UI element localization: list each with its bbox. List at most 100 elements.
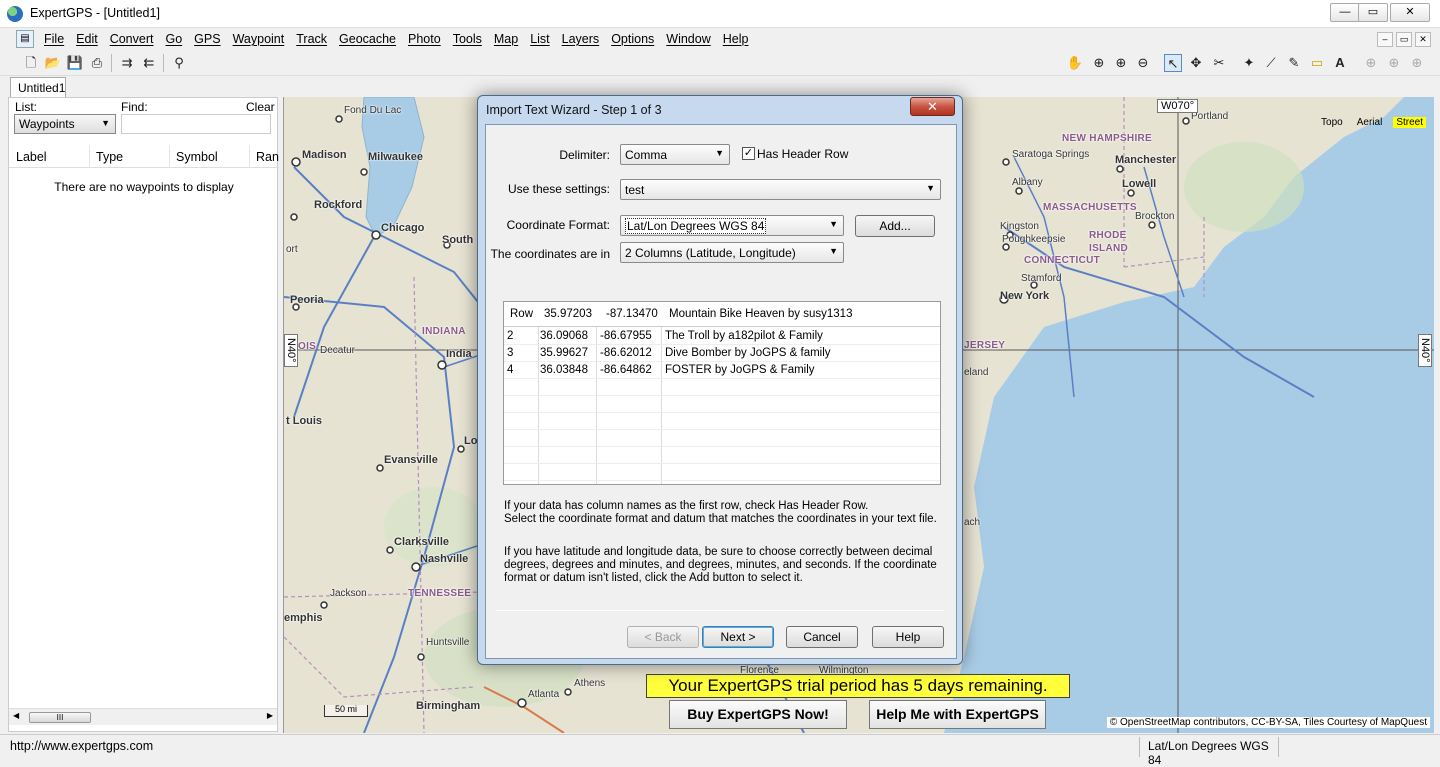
toolbar-separator <box>163 54 164 72</box>
map-label-india: India <box>446 348 472 360</box>
settings-select[interactable]: test ▼ <box>620 179 941 200</box>
map-attribution[interactable]: © OpenStreetMap contributors, CC-BY-SA, … <box>1106 717 1430 728</box>
add-format-button[interactable]: Add... <box>855 215 935 237</box>
menu-tools[interactable]: Tools <box>447 32 488 46</box>
menu-convert[interactable]: Convert <box>104 32 160 46</box>
coord-format-label: Coordinate Format: <box>506 218 610 232</box>
tab-untitled1[interactable]: Untitled1 <box>10 77 66 97</box>
new-file-icon[interactable]: 🗋 <box>22 54 40 72</box>
horizontal-scrollbar[interactable]: ◀ III ▶ <box>9 708 277 725</box>
receive-from-gps-icon[interactable]: ⇇ <box>140 54 158 72</box>
list-type-select[interactable]: Waypoints ▼ <box>14 114 116 134</box>
open-folder-icon[interactable]: 📂 <box>44 54 62 72</box>
column-range[interactable]: Ran <box>256 150 279 164</box>
rectangle-tool-icon[interactable]: ▭ <box>1308 54 1326 72</box>
column-type[interactable]: Type <box>96 150 123 164</box>
zoom-out-icon[interactable]: ⊖ <box>1134 54 1152 72</box>
menu-edit[interactable]: Edit <box>70 32 104 46</box>
grid-cell: FOSTER by JoGPS & Family <box>665 364 815 376</box>
scissors-icon[interactable]: ✂ <box>1210 54 1228 72</box>
grid-row[interactable]: 2 36.09068 -86.67955 The Troll by a182pi… <box>504 328 940 345</box>
mdi-minimize-button[interactable]: – <box>1377 32 1393 47</box>
hand-pan-icon[interactable]: ✋ <box>1066 54 1084 72</box>
menu-geocache[interactable]: Geocache <box>333 32 402 46</box>
map-type-topo[interactable]: Topo <box>1318 117 1346 128</box>
menu-options[interactable]: Options <box>605 32 660 46</box>
print-icon[interactable]: ⎙ <box>88 54 106 72</box>
menu-photo[interactable]: Photo <box>402 32 447 46</box>
restore-button[interactable]: ▭ <box>1358 3 1388 22</box>
map-type-street[interactable]: Street <box>1393 117 1426 128</box>
next-button[interactable]: Next > <box>702 626 774 648</box>
coords-in-value: 2 Columns (Latitude, Longitude) <box>625 246 796 260</box>
grid-row <box>504 413 940 430</box>
menu-go[interactable]: Go <box>159 32 188 46</box>
delimiter-value: Comma <box>625 148 668 162</box>
menu-list[interactable]: List <box>524 32 555 46</box>
chevron-down-icon: ▼ <box>926 183 935 193</box>
buy-now-button[interactable]: Buy ExpertGPS Now! <box>669 700 847 729</box>
clear-link[interactable]: Clear <box>246 100 275 114</box>
preview-grid[interactable]: Row 35.97203 -87.13470 Mountain Bike Hea… <box>503 301 941 485</box>
map-type-aerial[interactable]: Aerial <box>1354 117 1386 128</box>
menu-file[interactable]: File <box>38 32 70 46</box>
pencil-icon[interactable]: ✎ <box>1285 54 1303 72</box>
map-label-albany: Albany <box>1012 177 1043 188</box>
chevron-down-icon: ▼ <box>715 148 724 158</box>
scrollbar-thumb[interactable]: III <box>29 712 91 723</box>
save-icon[interactable]: 💾 <box>66 54 84 72</box>
map-label-st-louis: t Louis <box>286 415 323 427</box>
grid-cell: 4 <box>507 364 514 376</box>
menu-layers[interactable]: Layers <box>556 32 606 46</box>
text-tool-icon[interactable]: A <box>1331 54 1349 72</box>
coords-in-select[interactable]: 2 Columns (Latitude, Longitude) ▼ <box>620 242 844 263</box>
help-me-button[interactable]: Help Me with ExpertGPS <box>869 700 1046 729</box>
list-column-header: Label Type Symbol Ran <box>9 146 279 168</box>
column-symbol[interactable]: Symbol <box>176 150 218 164</box>
grid-cell: 3 <box>507 347 514 359</box>
menu-bar: ▤ File Edit Convert Go GPS Waypoint Track Geoca… <box>0 29 1440 51</box>
grid-cell: -86.62012 <box>600 347 652 359</box>
coord-format-select[interactable]: Lat/Lon Degrees WGS 84 ▼ <box>620 215 844 236</box>
column-label[interactable]: Label <box>16 150 47 164</box>
mdi-restore-button[interactable]: ▭ <box>1396 32 1412 47</box>
mdi-close-button[interactable]: ✕ <box>1415 32 1431 47</box>
select-arrow-icon[interactable]: ↖ <box>1164 54 1182 72</box>
waypoint-tool-icon[interactable]: ✦ <box>1240 54 1258 72</box>
grid-header-cell: -87.13470 <box>606 308 658 320</box>
scroll-left-icon[interactable]: ◀ <box>13 711 19 720</box>
menu-window[interactable]: Window <box>660 32 716 46</box>
grid-row[interactable]: 4 36.03848 -86.64862 FOSTER by JoGPS & F… <box>504 362 940 379</box>
map-type-switcher: Topo Aerial Street <box>1318 117 1426 128</box>
close-button[interactable]: ✕ <box>1390 3 1430 22</box>
track-tool-icon[interactable]: ⟋ <box>1262 54 1280 72</box>
has-header-checkbox[interactable]: ✓ <box>742 147 755 160</box>
map-label-decatur: Decatur <box>320 345 356 356</box>
coord-format-value: Lat/Lon Degrees WGS 84 <box>625 218 767 234</box>
find-input[interactable] <box>121 114 271 134</box>
center-map-icon[interactable]: ⊕ <box>1090 54 1108 72</box>
help-button[interactable]: Help <box>872 626 944 648</box>
minimize-button[interactable]: — <box>1330 3 1360 22</box>
delimiter-select[interactable]: Comma ▼ <box>620 144 730 165</box>
has-header-label[interactable]: Has Header Row <box>757 147 848 161</box>
find-binoculars-icon[interactable]: ⚲ <box>170 54 188 72</box>
chevron-down-icon: ▼ <box>101 118 110 128</box>
scroll-right-icon[interactable]: ▶ <box>267 711 273 720</box>
menu-track[interactable]: Track <box>290 32 333 46</box>
zoom-in-icon[interactable]: ⊕ <box>1112 54 1130 72</box>
menu-gps[interactable]: GPS <box>188 32 226 46</box>
menu-help[interactable]: Help <box>717 32 755 46</box>
grid-header-cell: Mountain Bike Heaven by susy1313 <box>669 308 853 320</box>
grid-row <box>504 430 940 447</box>
grid-row[interactable]: 3 35.99627 -86.62012 Dive Bomber by JoGP… <box>504 345 940 362</box>
send-to-gps-icon[interactable]: ⇉ <box>118 54 136 72</box>
dialog-close-button[interactable]: ✕ <box>910 97 955 116</box>
move-arrow-icon[interactable]: ✥ <box>1187 54 1205 72</box>
document-icon[interactable]: ▤ <box>16 30 34 48</box>
map-label-brockton: Brockton <box>1135 211 1175 222</box>
menu-waypoint[interactable]: Waypoint <box>227 32 291 46</box>
cancel-button[interactable]: Cancel <box>786 626 858 648</box>
latitude-tag-left: N40° <box>284 334 298 367</box>
menu-map[interactable]: Map <box>488 32 524 46</box>
